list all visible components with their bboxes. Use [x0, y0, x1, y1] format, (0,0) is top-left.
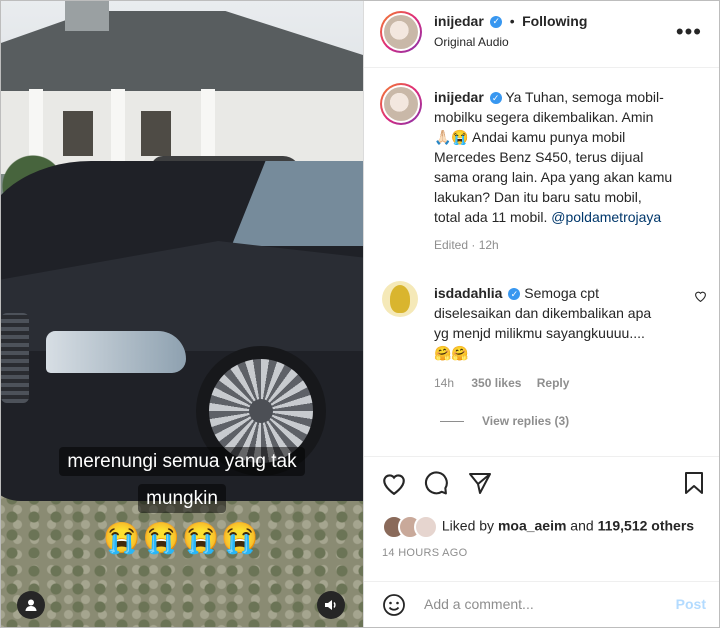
caption-line: Ya Tuhan, semoga mobil-	[505, 89, 664, 105]
heart-icon	[383, 474, 405, 495]
audio-label[interactable]: Original Audio	[434, 35, 509, 49]
edited-time: 12h	[478, 238, 499, 252]
comment-button[interactable]	[422, 469, 450, 497]
mention-link[interactable]: @poldametrojaya	[551, 209, 661, 225]
others-count[interactable]: 119,512 others	[598, 518, 695, 534]
user-icon	[25, 599, 37, 611]
tagged-users-button[interactable]	[17, 591, 45, 619]
comment-line: yg menjd milikmu sayangkuuuu....	[434, 325, 645, 341]
comment-line: Semoga cpt	[524, 285, 599, 301]
send-icon	[469, 473, 491, 494]
video-caption-line-1: merenungi semua yang tak	[1, 447, 363, 476]
liker-avatar	[414, 515, 438, 539]
like-button[interactable]	[380, 469, 408, 497]
bookmark-icon	[685, 472, 703, 494]
video-chimney	[65, 1, 109, 31]
post-timestamp: 14 HOURS AGO	[382, 547, 468, 559]
more-options-icon[interactable]: •••	[676, 19, 702, 45]
instagram-post-window: merenungi semua yang tak mungkin 😭😭😭😭 in…	[0, 0, 720, 628]
video-caption-emojis: 😭😭😭😭	[103, 522, 261, 555]
comment-time: 14h	[434, 376, 455, 390]
author-username[interactable]: inijedar	[434, 13, 484, 29]
comment-input[interactable]: Add a comment...	[424, 596, 534, 612]
video-grille	[1, 313, 29, 403]
caption-line: 🙏🏻😭 Andai kamu punya mobil	[434, 129, 626, 145]
caption-line: Mercedes Benz S450, terus dijual	[434, 149, 644, 165]
liked-by-user[interactable]: moa_aeim	[498, 518, 566, 534]
emoji-icon	[383, 594, 405, 616]
audio-toggle-button[interactable]	[317, 591, 345, 619]
caption-line: total ada 11 mobil.	[434, 209, 552, 225]
author-avatar[interactable]	[380, 11, 422, 53]
edited-meta: Edited · 12h	[434, 238, 499, 252]
share-button[interactable]	[466, 469, 494, 497]
caption-line: mobilku segera dikembalikan. Amin	[434, 109, 654, 125]
comment-composer: Add a comment... Post	[364, 581, 719, 627]
post-details-panel: inijedar ✓ • Following Original Audio ••…	[363, 1, 719, 627]
post-comment-button[interactable]: Post	[676, 596, 706, 612]
comment-likes[interactable]: 350 likes	[471, 376, 521, 390]
separator-dot: •	[509, 13, 515, 29]
video-headlight	[46, 331, 186, 373]
caption-line: sama orang lain. Apa yang akan kamu	[434, 169, 673, 185]
comment-like-heart-icon[interactable]	[694, 290, 707, 302]
speaker-icon	[325, 600, 336, 610]
post-video[interactable]: merenungi semua yang tak mungkin 😭😭😭😭	[1, 1, 363, 627]
replies-divider	[440, 421, 464, 422]
post-caption: inijedar ✓ Ya Tuhan, semoga mobil- mobil…	[434, 87, 706, 255]
caption-author-avatar[interactable]	[380, 83, 422, 125]
caption-username[interactable]: inijedar	[434, 89, 484, 105]
comment-icon	[424, 470, 448, 494]
video-hub	[249, 399, 273, 423]
verified-badge-icon: ✓	[489, 92, 502, 105]
video-window	[141, 111, 171, 156]
comment-meta: 14h 350 likes Reply	[434, 373, 684, 393]
verified-badge-icon: ✓	[508, 288, 521, 301]
view-replies-link[interactable]: View replies (3)	[482, 414, 569, 428]
reply-button[interactable]: Reply	[537, 376, 570, 390]
post-header: inijedar ✓ • Following Original Audio ••…	[364, 1, 719, 68]
video-caption-line-2: mungkin	[1, 484, 363, 513]
following-button[interactable]: Following	[522, 13, 587, 29]
comment-item: isdadahlia ✓ Semoga cpt diselesaikan dan…	[434, 283, 684, 393]
video-window	[63, 111, 93, 156]
caption-line: lakukan? Dan itu baru satu mobil,	[434, 189, 642, 205]
save-button[interactable]	[680, 469, 708, 497]
commenter-username[interactable]: isdadahlia	[434, 285, 502, 301]
verified-badge-icon: ✓	[490, 15, 503, 28]
likes-summary: Liked by moa_aeim and 119,512 others	[382, 515, 694, 539]
edited-label: Edited	[434, 238, 469, 252]
liked-by-suffix: and	[566, 517, 598, 534]
comment-line: diselesaikan dan dikembalikan apa	[434, 305, 652, 321]
comment-line: 🤗🤗	[434, 345, 469, 361]
commenter-avatar[interactable]	[382, 281, 418, 317]
emoji-button[interactable]	[382, 593, 406, 622]
liked-by-prefix: Liked by	[441, 517, 498, 534]
commenter-avatar-figure	[390, 285, 410, 313]
